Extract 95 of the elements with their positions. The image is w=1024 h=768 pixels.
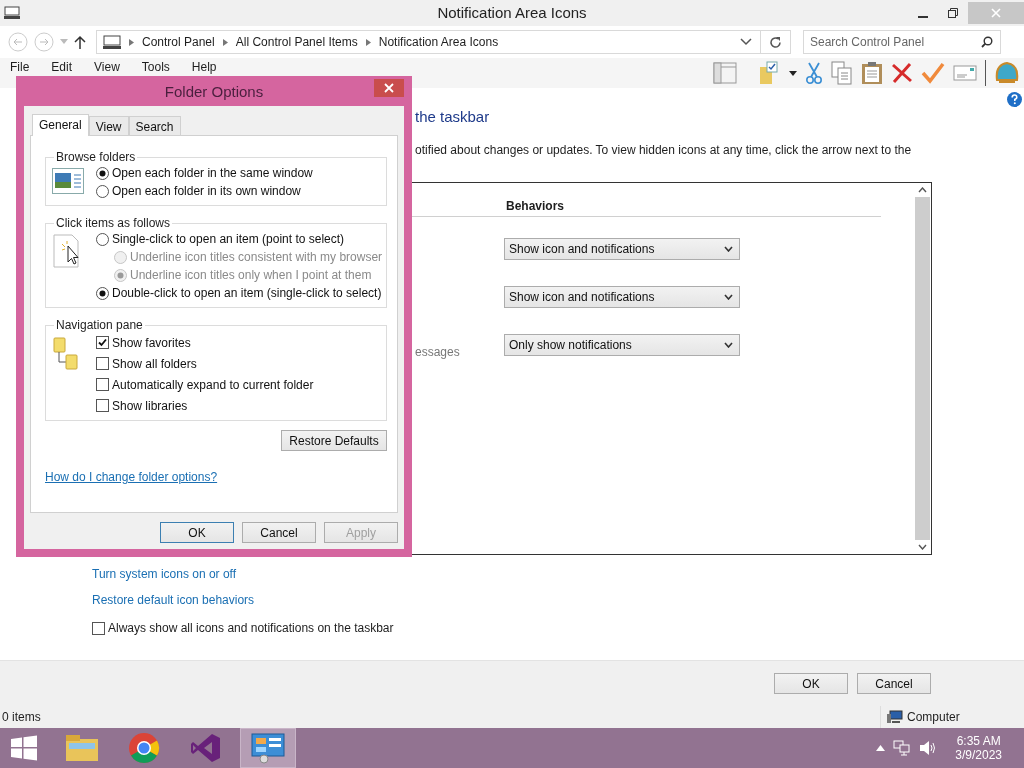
chevron-icon bbox=[129, 38, 134, 46]
delete-x-icon[interactable] bbox=[891, 62, 913, 84]
description-text: otified about changes or updates. To view hidden icons at any time, click the arrow next to the bbox=[415, 143, 913, 157]
tab[interactable]: General bbox=[32, 114, 89, 136]
window-preview-icon bbox=[52, 168, 84, 194]
pointer-on-page-icon bbox=[52, 234, 80, 268]
group-title: Navigation pane bbox=[55, 318, 144, 332]
folder-icon bbox=[65, 733, 99, 763]
table-cell: essages bbox=[415, 345, 460, 359]
scroll-down-icon[interactable] bbox=[917, 544, 927, 550]
ok-button[interactable]: OK bbox=[774, 673, 848, 694]
envelope-icon[interactable] bbox=[953, 64, 977, 82]
address-field[interactable]: Control Panel All Control Panel Items Notification Area Icons bbox=[96, 30, 791, 54]
help-link[interactable]: How do I change folder options? bbox=[45, 470, 218, 484]
help-icon[interactable] bbox=[1007, 92, 1022, 107]
behavior-dropdown[interactable]: Show icon and notifications bbox=[504, 238, 740, 260]
radio-button[interactable] bbox=[96, 184, 109, 198]
breadcrumb[interactable]: Notification Area Icons bbox=[378, 35, 499, 49]
behavior-dropdown[interactable]: Show icon and notifications bbox=[504, 286, 740, 308]
menu-item[interactable]: Edit bbox=[51, 60, 73, 74]
clock[interactable]: 6:35 AM 3/9/2023 bbox=[955, 734, 1002, 762]
zone-label: Computer bbox=[907, 710, 960, 724]
checkbox[interactable] bbox=[96, 336, 109, 349]
tab[interactable]: View bbox=[88, 116, 129, 136]
folder-tree-icon bbox=[52, 336, 80, 370]
group-title: Click items as follows bbox=[55, 216, 172, 230]
close-icon bbox=[384, 83, 394, 93]
caret-icon[interactable] bbox=[789, 70, 797, 76]
caret-icon bbox=[724, 246, 733, 252]
menu-item[interactable]: Help bbox=[191, 60, 217, 74]
chevron-icon bbox=[365, 38, 371, 46]
clipboard-icon[interactable] bbox=[861, 61, 883, 85]
radio-option[interactable]: Open each folder in its own window bbox=[96, 182, 313, 200]
checkbox[interactable] bbox=[92, 621, 105, 635]
menu-item[interactable]: View bbox=[94, 60, 120, 74]
item-count: 0 items bbox=[2, 710, 41, 724]
scroll-up-icon[interactable] bbox=[917, 187, 927, 193]
close-button[interactable] bbox=[374, 79, 404, 97]
caret-icon bbox=[724, 342, 733, 348]
search-field[interactable]: Search Control Panel bbox=[803, 30, 1001, 54]
radio-button[interactable] bbox=[96, 286, 109, 300]
radio-option[interactable]: Single-click to open an item (point to select) bbox=[96, 230, 383, 248]
control-panel-icon bbox=[250, 732, 286, 764]
restore-icon bbox=[948, 8, 958, 18]
caret-icon bbox=[724, 294, 733, 300]
shell-icon[interactable] bbox=[994, 61, 1020, 85]
menu-item[interactable]: Tools bbox=[141, 60, 170, 74]
radio-button[interactable] bbox=[96, 166, 109, 180]
computer-icon bbox=[103, 34, 121, 50]
group-title: Browse folders bbox=[55, 150, 137, 164]
checkbox[interactable] bbox=[96, 378, 109, 391]
link[interactable]: Turn system icons on or off bbox=[92, 567, 237, 581]
dialog-title: Folder Options bbox=[164, 82, 264, 100]
chevron-icon bbox=[222, 38, 228, 46]
computer-icon bbox=[887, 710, 903, 724]
link[interactable]: Restore default icon behaviors bbox=[92, 593, 255, 607]
dialog-button[interactable]: OK bbox=[160, 522, 234, 543]
window-title: Notification Area Icons bbox=[436, 4, 588, 21]
restore-defaults-button[interactable]: Restore Defaults bbox=[281, 430, 387, 451]
radio-button[interactable] bbox=[96, 232, 109, 246]
infinity-logo-icon bbox=[190, 732, 222, 764]
checkmark-icon[interactable] bbox=[921, 62, 945, 84]
radio-option[interactable]: Open each folder in the same window bbox=[96, 164, 313, 182]
menu-item[interactable]: File bbox=[10, 60, 30, 74]
checkbox-option[interactable]: Automatically expand to current folder bbox=[96, 374, 314, 395]
behavior-dropdown[interactable]: Only show notifications bbox=[504, 334, 740, 356]
checkbox[interactable] bbox=[96, 357, 109, 370]
folder-check-icon[interactable] bbox=[759, 61, 781, 85]
tab[interactable]: Search bbox=[128, 116, 181, 136]
checkbox[interactable] bbox=[96, 399, 109, 412]
breadcrumb[interactable]: Control Panel bbox=[142, 35, 215, 49]
checkbox-option[interactable]: Show libraries bbox=[96, 395, 314, 416]
refresh-icon[interactable] bbox=[769, 35, 782, 49]
dropdown-caret-icon[interactable] bbox=[740, 38, 752, 46]
checkbox-option[interactable]: Show favorites bbox=[96, 332, 314, 353]
search-icon[interactable] bbox=[981, 36, 993, 48]
network-icon[interactable] bbox=[893, 740, 912, 756]
minimize-icon bbox=[918, 16, 928, 18]
checkbox-option[interactable]: Always show all icons and notifications on the taskbar bbox=[92, 621, 1024, 635]
close-icon bbox=[991, 8, 1001, 18]
tray-caret-icon[interactable] bbox=[876, 745, 886, 751]
volume-icon[interactable] bbox=[919, 740, 938, 756]
taskbar-app[interactable] bbox=[240, 728, 296, 768]
up-arrow-button[interactable] bbox=[74, 35, 86, 49]
chrome-icon bbox=[128, 732, 160, 764]
dialog-button[interactable]: Cancel bbox=[242, 522, 316, 543]
scrollbar-thumb[interactable] bbox=[914, 197, 930, 540]
computer-icon bbox=[4, 6, 20, 20]
scissors-icon[interactable] bbox=[805, 61, 823, 85]
breadcrumb[interactable]: All Control Panel Items bbox=[235, 35, 358, 49]
windows-logo-icon bbox=[11, 735, 37, 761]
cancel-button[interactable]: Cancel bbox=[857, 673, 931, 694]
radio-option[interactable]: Double-click to open an item (single-click to select) bbox=[96, 284, 383, 302]
checkbox-option[interactable]: Show all folders bbox=[96, 353, 314, 374]
page-heading: the taskbar bbox=[415, 108, 491, 125]
